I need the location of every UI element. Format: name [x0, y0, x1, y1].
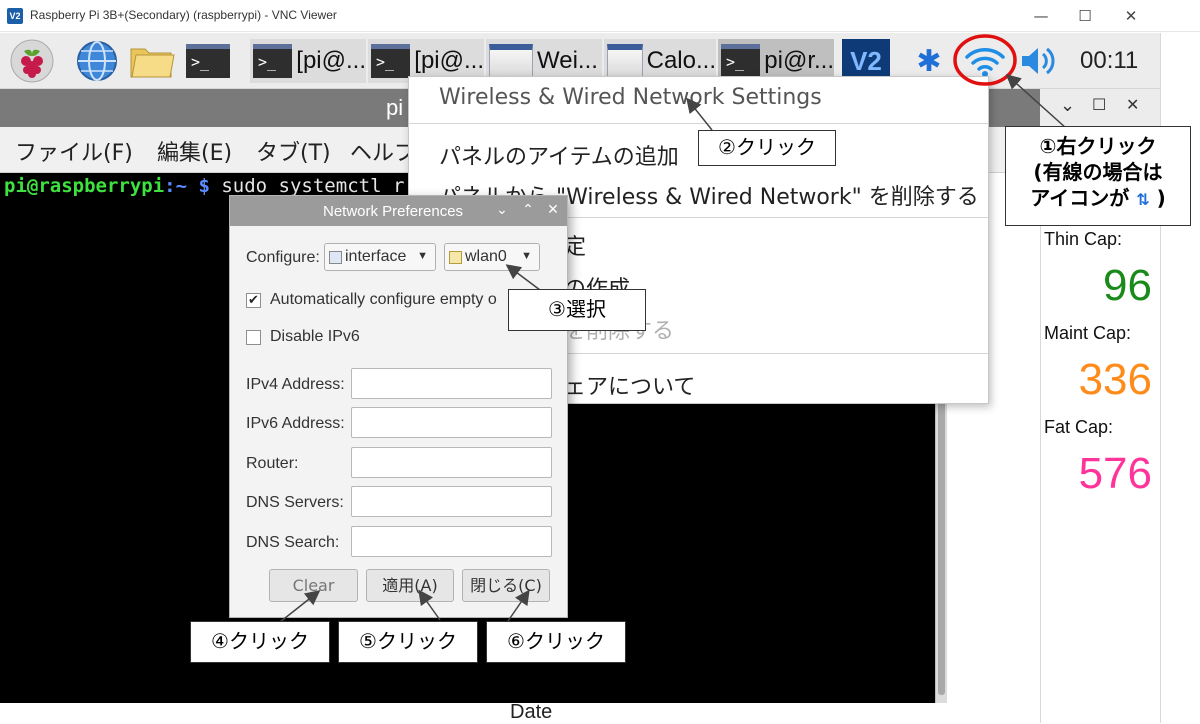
- step2-callout: ②クリック: [698, 130, 836, 166]
- dialog-maximize-button[interactable]: ⌃: [520, 202, 536, 218]
- task-label: [pi@...: [414, 47, 484, 74]
- ipv6-address-label: IPv6 Address:: [246, 415, 345, 432]
- step1-callout: ①右クリック (有線の場合は アイコンが ⇅ ): [1005, 126, 1191, 226]
- menu-tabs[interactable]: タブ(T): [256, 135, 331, 167]
- dns-servers-label: DNS Servers:: [246, 494, 344, 511]
- task-label: pi@r...: [764, 47, 834, 74]
- stats-maximize-button[interactable]: ☐: [1092, 95, 1106, 114]
- fat-cap-value: 576: [1078, 449, 1152, 498]
- configure-type-value: interface: [345, 248, 407, 265]
- dns-servers-input[interactable]: [351, 486, 552, 517]
- thin-cap-label: Thin Cap:: [1044, 229, 1123, 249]
- raspberry-menu-button[interactable]: [8, 39, 56, 83]
- terminal-icon: >_: [721, 44, 761, 78]
- dialog-minimize-button[interactable]: ⌄: [494, 202, 510, 218]
- maint-cap-label: Maint Cap:: [1044, 323, 1132, 343]
- terminal-icon: >_: [371, 44, 411, 78]
- network-preferences-dialog: Network Preferences ⌄ ⌃ ✕ Configure: int…: [229, 195, 568, 618]
- menu-help[interactable]: ヘルプ: [350, 135, 416, 167]
- menu-separator: [409, 123, 988, 124]
- dialog-close-button[interactable]: ✕: [545, 202, 561, 218]
- dropdown-arrow-icon: ▼: [521, 250, 532, 262]
- vnc-title-bar: V2 Raspberry Pi 3B+(Secondary) (raspberr…: [0, 0, 1200, 32]
- step4-callout: ④クリック: [190, 621, 330, 663]
- folder-icon: [130, 48, 175, 78]
- stats-minimize-button[interactable]: ⌄: [1060, 95, 1075, 116]
- task-label: [pi@...: [296, 47, 366, 74]
- dropdown-arrow-icon: ▼: [417, 250, 428, 262]
- disable-ipv6-label: Disable IPv6: [270, 328, 360, 345]
- folder-icon: [449, 250, 462, 264]
- wired-network-icon: ⇅: [1136, 190, 1150, 209]
- maint-cap-value: 336: [1078, 355, 1152, 404]
- ipv6-address-input[interactable]: [351, 407, 552, 438]
- taskbar-task[interactable]: >_ [pi@...: [250, 39, 366, 83]
- close-dialog-button[interactable]: 閉じる(C): [462, 569, 550, 602]
- router-input[interactable]: [351, 447, 552, 478]
- background-window-strip: Date: [0, 701, 1040, 723]
- raspberry-icon: [10, 39, 54, 83]
- vnc-viewer-logo-icon: V2: [7, 8, 23, 24]
- terminal-icon: >_: [253, 44, 293, 78]
- disable-ipv6-checkbox[interactable]: [246, 330, 261, 345]
- command-text: sudo systemctl r: [221, 175, 405, 197]
- window-icon: [607, 44, 643, 78]
- interface-value: wlan0: [465, 248, 507, 265]
- vnc-window-title: Raspberry Pi 3B+(Secondary) (raspberrypi…: [30, 8, 337, 22]
- terminal-title: pi: [386, 95, 404, 120]
- menu-file[interactable]: ファイル(F): [15, 135, 133, 167]
- step5-callout: ⑤クリック: [338, 621, 478, 663]
- globe-icon: [77, 41, 117, 81]
- terminal-command-line: pi@raspberrypi:~ $ sudo systemctl r: [4, 175, 404, 197]
- fat-cap-label: Fat Cap:: [1044, 417, 1114, 437]
- dialog-title: Network Preferences: [323, 203, 464, 220]
- thin-cap-value: 96: [1103, 261, 1152, 310]
- maximize-button[interactable]: ☐: [1072, 5, 1098, 27]
- step6-callout: ⑥クリック: [486, 621, 626, 663]
- file-manager-launcher[interactable]: [128, 39, 178, 83]
- ipv4-address-label: IPv4 Address:: [246, 376, 345, 393]
- menu-item-add-panel-items[interactable]: パネルのアイテムの追加: [439, 139, 679, 171]
- menu-item-network-settings[interactable]: Wireless & Wired Network Settings: [439, 85, 822, 110]
- ipv4-address-input[interactable]: [351, 368, 552, 399]
- prompt-user: pi@raspberrypi: [4, 175, 165, 197]
- clear-button[interactable]: Clear: [269, 569, 358, 602]
- menu-edit[interactable]: 編集(E): [157, 135, 232, 167]
- dns-search-label: DNS Search:: [246, 534, 340, 551]
- prompt-separator: :~ $: [164, 175, 222, 197]
- stats-close-button[interactable]: ✕: [1126, 95, 1139, 114]
- configure-type-select[interactable]: interface ▼: [324, 243, 436, 271]
- dialog-titlebar[interactable]: Network Preferences ⌄ ⌃ ✕: [230, 196, 567, 226]
- step1-line2: (有線の場合は: [1033, 160, 1163, 184]
- speaker-icon: [1022, 47, 1055, 75]
- terminal-launcher[interactable]: >_: [186, 39, 230, 83]
- window-icon: [489, 44, 533, 78]
- router-label: Router:: [246, 455, 299, 472]
- step3-callout: ③選択: [508, 289, 646, 331]
- apply-button[interactable]: 適用(A): [366, 569, 454, 602]
- close-button[interactable]: ✕: [1118, 5, 1144, 27]
- dns-search-input[interactable]: [351, 526, 552, 557]
- menu-item-about[interactable]: ェアについて: [564, 369, 695, 401]
- configure-label: Configure:: [246, 249, 320, 266]
- date-label: Date: [510, 701, 553, 723]
- terminal-icon: >_: [186, 44, 230, 78]
- task-label: Calo...: [646, 47, 716, 74]
- step1-line3: アイコンが ⇅ ): [1030, 186, 1166, 210]
- interface-icon: [329, 250, 342, 264]
- minimize-button[interactable]: —: [1028, 5, 1054, 27]
- interface-select[interactable]: wlan0 ▼: [444, 243, 540, 271]
- wifi-signal-icon: [965, 48, 1005, 77]
- stats-window-titlebar: ⌄ ☐ ✕: [1040, 89, 1160, 127]
- web-browser-launcher[interactable]: [74, 39, 120, 83]
- auto-configure-label: Automatically configure empty o: [270, 291, 497, 308]
- clock[interactable]: 00:11: [1080, 39, 1138, 83]
- auto-configure-checkbox[interactable]: ✔: [246, 293, 261, 308]
- step1-line1: ①右クリック: [1039, 134, 1157, 158]
- task-label: Wei...: [537, 47, 598, 74]
- volume-icon[interactable]: [1018, 39, 1058, 83]
